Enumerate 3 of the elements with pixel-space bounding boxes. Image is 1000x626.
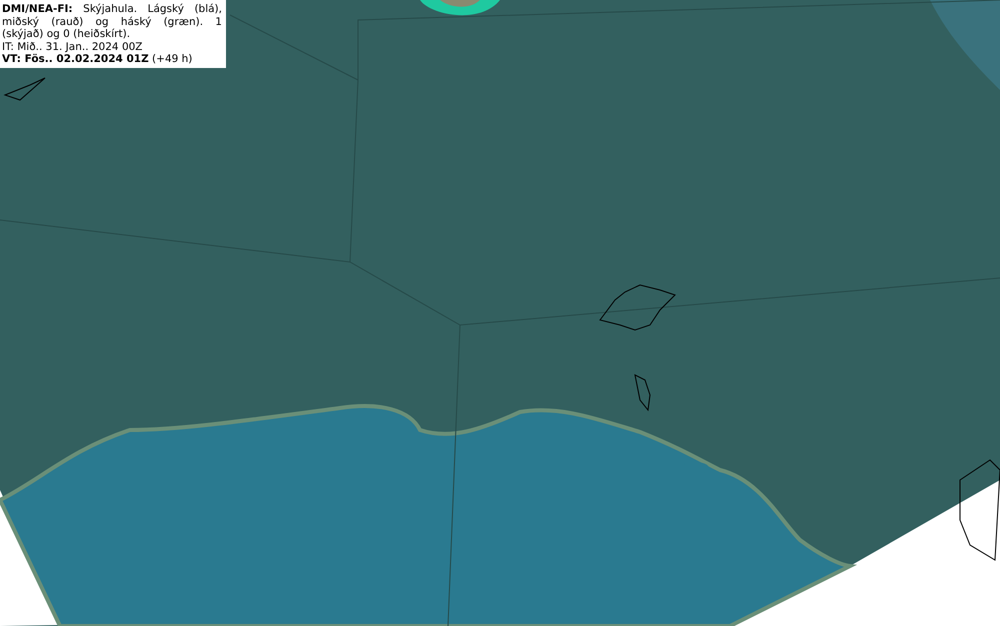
valid-time-text: VT: Fös.. 02.02.2024 01Z (+49 h) [2,53,194,66]
legend-description: DMI/NEA-FI: Skýjahula. Lágský (blá), miðský (rauð) og háský (græn). 1 (skýjað) og 0 (heiðskírt). [2,3,222,40]
init-time-text: IT: Mið.. 31. Jan.. 2024 00Z [2,40,144,53]
